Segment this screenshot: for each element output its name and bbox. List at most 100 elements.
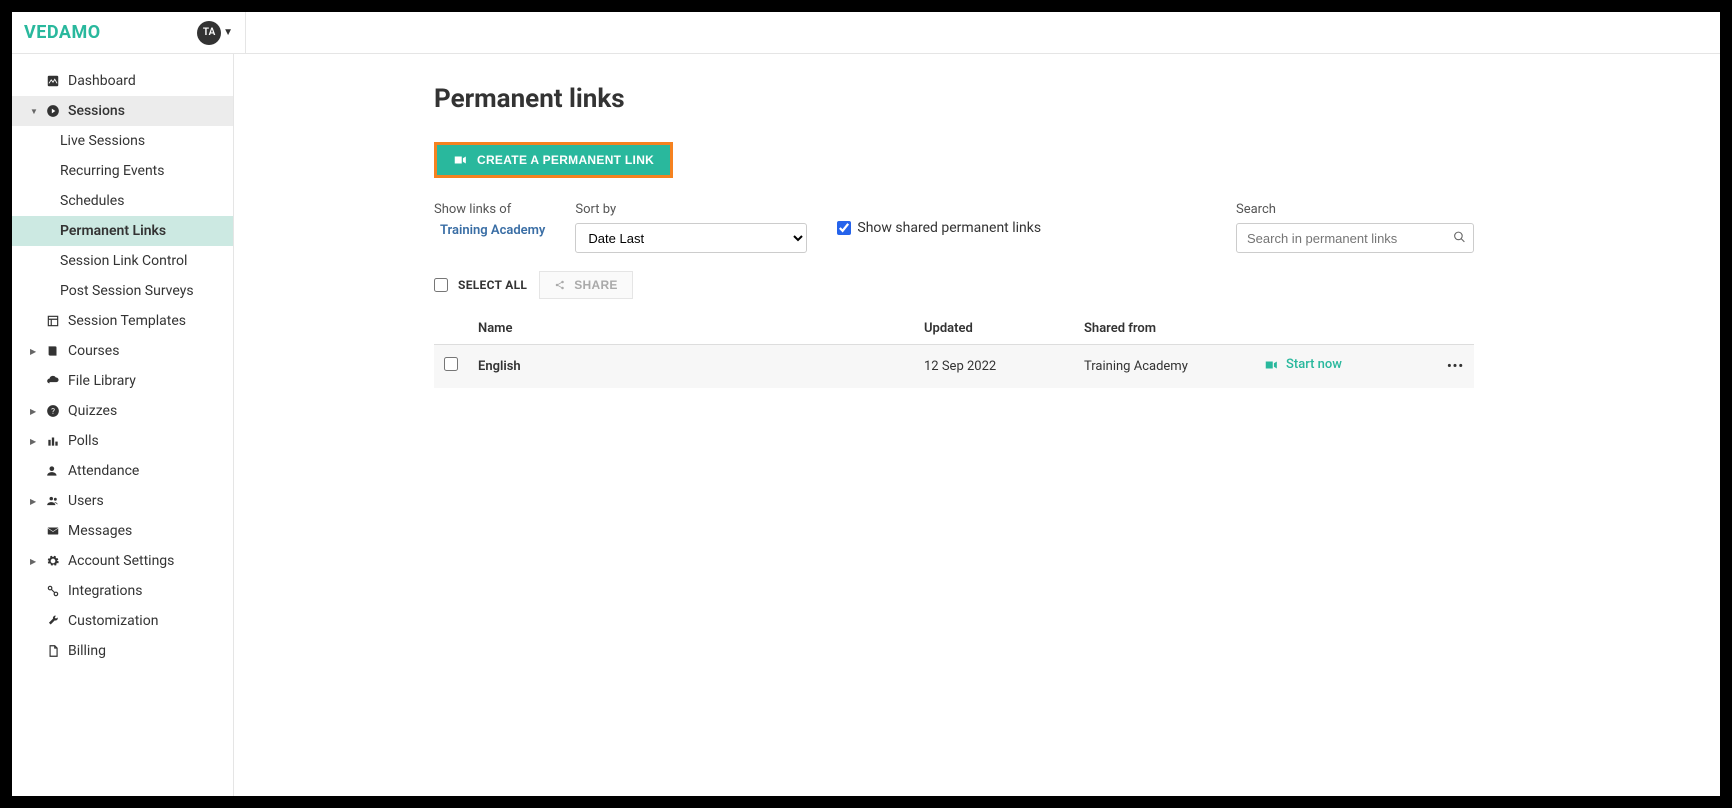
brand-logo: VEDAMO <box>24 22 101 43</box>
button-label: CREATE A PERMANENT LINK <box>477 153 654 167</box>
select-all-checkbox[interactable] <box>434 278 448 292</box>
nav-label: Schedules <box>60 193 124 209</box>
sidebar-item-integrations[interactable]: Integrations <box>12 576 233 606</box>
page-title: Permanent links <box>434 84 1474 114</box>
user-menu[interactable]: TA ▼ <box>197 21 233 45</box>
links-table: Name Updated Shared from English 12 Sep … <box>434 313 1474 388</box>
more-actions-button[interactable]: ••• <box>1424 345 1474 388</box>
svg-text:?: ? <box>51 406 55 416</box>
nav-label: Courses <box>68 343 119 359</box>
avatar: TA <box>197 21 221 45</box>
sidebar-item-post-session-surveys[interactable]: Post Session Surveys <box>12 276 233 306</box>
search-icon <box>1453 229 1466 248</box>
col-updated: Updated <box>914 313 1074 345</box>
nav-label: Session Link Control <box>60 253 187 269</box>
caret-right-icon: ▶ <box>30 497 38 506</box>
nav-label: Sessions <box>68 103 125 119</box>
sidebar-item-courses[interactable]: ▶ Courses <box>12 336 233 366</box>
sidebar-item-quizzes[interactable]: ▶ ? Quizzes <box>12 396 233 426</box>
nav-label: Users <box>68 493 104 509</box>
nav-label: Live Sessions <box>60 133 145 149</box>
nav-label: Billing <box>68 643 106 659</box>
cloud-icon <box>46 374 60 388</box>
sidebar-item-sessions[interactable]: ▼ Sessions <box>12 96 233 126</box>
nav-label: Messages <box>68 523 132 539</box>
wrench-icon <box>46 614 60 628</box>
nav-label: Dashboard <box>68 73 136 89</box>
nav-label: Post Session Surveys <box>60 283 194 299</box>
video-icon <box>1264 358 1278 372</box>
col-shared-from: Shared from <box>1074 313 1254 345</box>
select-all-label: SELECT ALL <box>458 278 527 292</box>
main-content: Permanent links CREATE A PERMANENT LINK … <box>234 54 1720 796</box>
topbar: VEDAMO TA ▼ <box>12 12 1720 54</box>
sidebar-item-messages[interactable]: Messages <box>12 516 233 546</box>
col-name: Name <box>468 313 914 345</box>
template-icon <box>46 314 60 328</box>
video-icon <box>453 153 467 167</box>
sort-select[interactable]: Date Last <box>575 223 807 253</box>
sidebar-item-session-templates[interactable]: Session Templates <box>12 306 233 336</box>
person-icon <box>46 464 60 478</box>
sidebar-item-billing[interactable]: Billing <box>12 636 233 666</box>
users-icon <box>46 494 60 508</box>
envelope-icon <box>46 524 60 538</box>
share-label: SHARE <box>574 278 618 292</box>
row-name: English <box>468 345 914 388</box>
nav-label: Recurring Events <box>60 163 165 179</box>
table-row: English 12 Sep 2022 Training Academy Sta… <box>434 345 1474 388</box>
sidebar-item-dashboard[interactable]: Dashboard <box>12 66 233 96</box>
select-all[interactable]: SELECT ALL <box>434 278 527 292</box>
sidebar: Dashboard ▼ Sessions Live Sessions Recur… <box>12 54 234 796</box>
sidebar-item-recurring-events[interactable]: Recurring Events <box>12 156 233 186</box>
nav-label: Permanent Links <box>60 223 166 239</box>
caret-down-icon: ▼ <box>223 27 233 38</box>
nav-label: Quizzes <box>68 403 117 419</box>
show-shared-checkbox[interactable] <box>837 221 851 235</box>
caret-down-icon: ▼ <box>30 107 38 116</box>
caret-right-icon: ▶ <box>30 407 38 416</box>
nav-label: Attendance <box>68 463 139 479</box>
sidebar-item-permanent-links[interactable]: Permanent Links <box>12 216 233 246</box>
share-icon <box>554 279 566 291</box>
file-icon <box>46 644 60 658</box>
nav-label: Integrations <box>68 583 142 599</box>
sidebar-item-live-sessions[interactable]: Live Sessions <box>12 126 233 156</box>
show-links-of-label: Show links of <box>434 202 545 217</box>
poll-icon <box>46 434 60 448</box>
nav-label: Polls <box>68 433 99 449</box>
row-updated: 12 Sep 2022 <box>914 345 1074 388</box>
create-permanent-link-button[interactable]: CREATE A PERMANENT LINK <box>434 142 673 178</box>
sidebar-item-polls[interactable]: ▶ Polls <box>12 426 233 456</box>
book-icon <box>46 344 60 358</box>
search-label: Search <box>1236 202 1474 217</box>
caret-right-icon: ▶ <box>30 437 38 446</box>
sidebar-item-account-settings[interactable]: ▶ Account Settings <box>12 546 233 576</box>
start-now-link[interactable]: Start now <box>1264 357 1342 372</box>
search-input[interactable] <box>1236 223 1474 253</box>
play-circle-icon <box>46 104 60 118</box>
row-checkbox[interactable] <box>444 357 458 371</box>
question-icon: ? <box>46 404 60 418</box>
show-shared-label: Show shared permanent links <box>857 220 1041 236</box>
integrations-icon <box>46 584 60 598</box>
sidebar-item-users[interactable]: ▶ Users <box>12 486 233 516</box>
gear-icon <box>46 554 60 568</box>
sidebar-item-schedules[interactable]: Schedules <box>12 186 233 216</box>
caret-right-icon: ▶ <box>30 347 38 356</box>
sort-by-label: Sort by <box>575 202 807 217</box>
nav-label: File Library <box>68 373 136 389</box>
share-button[interactable]: SHARE <box>539 271 633 299</box>
dashboard-icon <box>46 74 60 88</box>
row-shared-from: Training Academy <box>1074 345 1254 388</box>
caret-right-icon: ▶ <box>30 557 38 566</box>
start-now-label: Start now <box>1286 357 1342 372</box>
sidebar-item-attendance[interactable]: Attendance <box>12 456 233 486</box>
sidebar-item-file-library[interactable]: File Library <box>12 366 233 396</box>
show-links-of-value[interactable]: Training Academy <box>434 223 545 238</box>
nav-label: Session Templates <box>68 313 186 329</box>
nav-label: Account Settings <box>68 553 174 569</box>
nav-label: Customization <box>68 613 158 629</box>
sidebar-item-customization[interactable]: Customization <box>12 606 233 636</box>
sidebar-item-session-link-control[interactable]: Session Link Control <box>12 246 233 276</box>
